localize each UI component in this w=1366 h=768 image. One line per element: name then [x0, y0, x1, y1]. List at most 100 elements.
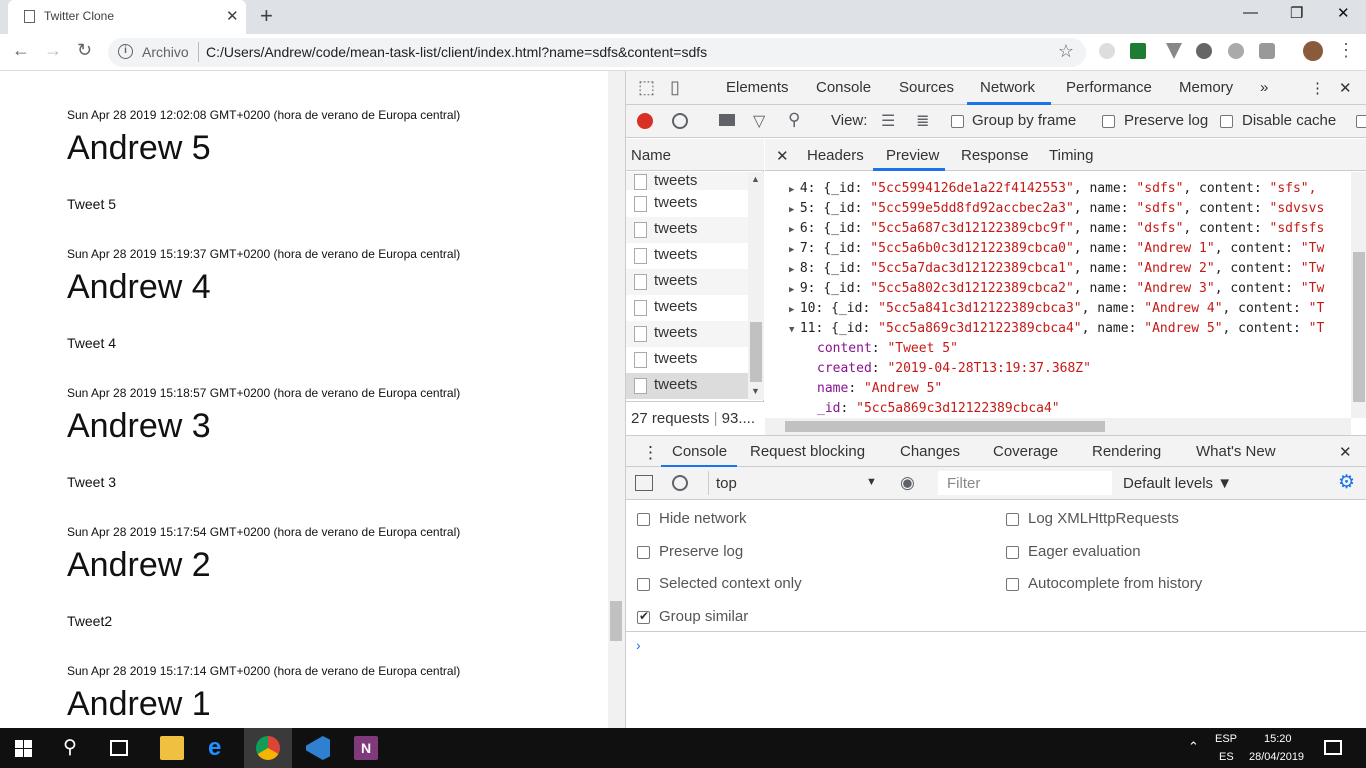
minimize-button[interactable]: — [1243, 4, 1258, 21]
tab-sources[interactable]: Sources [899, 79, 954, 96]
scrollbar-thumb[interactable] [750, 322, 762, 382]
checkbox-checked[interactable] [637, 609, 650, 624]
scrollbar-thumb[interactable] [785, 421, 1105, 432]
live-expression-eye-icon[interactable]: ◉ [900, 473, 915, 493]
request-row[interactable]: tweets [626, 295, 748, 321]
preserve-log-checkbox[interactable] [1102, 115, 1115, 128]
tab-response[interactable]: Response [961, 147, 1029, 164]
device-toolbar-icon[interactable]: ▯ [670, 77, 680, 98]
log-levels-dropdown[interactable]: Default levels ▼ [1123, 475, 1232, 492]
drawer-tab-whats-new[interactable]: What's New [1196, 443, 1276, 460]
tab-timing[interactable]: Timing [1049, 147, 1093, 164]
forward-button[interactable]: → [44, 40, 62, 61]
console-prompt[interactable]: › [636, 637, 641, 653]
drawer-tab-coverage[interactable]: Coverage [993, 443, 1058, 460]
request-row[interactable]: tweets [626, 217, 748, 243]
extension-icon[interactable] [1130, 43, 1146, 59]
clear-console-icon[interactable] [672, 475, 688, 491]
keyboard-layout[interactable]: ES [1219, 751, 1234, 763]
clear-icon[interactable] [672, 113, 688, 129]
drawer-tab-rendering[interactable]: Rendering [1092, 443, 1161, 460]
screenshot-camera-icon[interactable] [719, 114, 735, 126]
sidebar-toggle-icon[interactable] [635, 475, 653, 491]
url-text[interactable]: C:/Users/Andrew/code/mean-task-list/clie… [206, 44, 707, 60]
group-by-frame-checkbox[interactable] [951, 115, 964, 128]
window-close-button[interactable]: ✕ [1337, 4, 1350, 22]
preview-row[interactable]: ▶ 6: {_id: "5cc5a687c3d12122389cbc9f", n… [789, 221, 1324, 236]
filter-input[interactable]: Filter [938, 471, 1112, 495]
drawer-tab-console[interactable]: Console [672, 443, 727, 460]
preview-row[interactable]: ▶ 9: {_id: "5cc5a802c3d12122389cbca2", n… [789, 281, 1324, 296]
tab-memory[interactable]: Memory [1179, 79, 1233, 96]
extension-icon[interactable] [1099, 43, 1115, 59]
tray-overflow-chevron-icon[interactable]: ⌃ [1188, 739, 1199, 755]
filter-icon[interactable]: ▽ [753, 111, 765, 131]
drawer-menu-icon[interactable]: ⋮ [642, 443, 659, 463]
tab-network[interactable]: Network [980, 79, 1035, 96]
file-explorer-icon[interactable] [160, 736, 184, 760]
overview-icon[interactable]: ≣ [916, 111, 929, 131]
drawer-tab-changes[interactable]: Changes [900, 443, 960, 460]
drawer-tab-request-blocking[interactable]: Request blocking [750, 443, 865, 460]
tab-preview[interactable]: Preview [886, 147, 939, 164]
tab-console[interactable]: Console [816, 79, 871, 96]
preview-row[interactable]: ▶ 5: {_id: "5cc599e5dd8fd92accbec2a3", n… [789, 201, 1324, 216]
devtools-menu-icon[interactable]: ⋮ [1310, 79, 1325, 97]
disable-cache-checkbox[interactable] [1220, 115, 1233, 128]
tab-headers[interactable]: Headers [807, 147, 864, 164]
reload-button[interactable]: ↻ [77, 40, 92, 61]
request-row[interactable]: tweets [626, 191, 748, 217]
preview-row[interactable]: ▶ 7: {_id: "5cc5a6b0c3d12122389cbca0", n… [789, 241, 1324, 256]
request-row-selected[interactable]: tweets [626, 373, 748, 399]
checkbox[interactable] [1006, 578, 1019, 591]
context-dropdown-icon[interactable]: ▼ [866, 476, 877, 488]
preview-row[interactable]: ▶ 4: {_id: "5cc5994126de1a22f4142553", n… [789, 181, 1316, 196]
more-tabs-icon[interactable]: » [1260, 79, 1268, 96]
request-row[interactable]: tweets [626, 347, 748, 373]
request-list-scrollbar[interactable]: ▲ ▼ [748, 172, 764, 400]
scroll-down-arrow[interactable]: ▼ [751, 386, 760, 396]
inspect-element-icon[interactable]: ⬚ [638, 77, 655, 98]
scrollbar-thumb[interactable] [610, 601, 622, 641]
preview-vertical-scrollbar[interactable] [1351, 172, 1366, 418]
checkbox[interactable] [637, 513, 650, 526]
detail-close-icon[interactable]: ✕ [776, 147, 789, 165]
checkbox[interactable] [1006, 546, 1019, 559]
request-row[interactable]: tweets [626, 269, 748, 295]
extension-icon[interactable] [1228, 43, 1244, 59]
checkbox[interactable] [637, 546, 650, 559]
name-column-header[interactable]: Name [626, 139, 764, 171]
maximize-button[interactable]: ❐ [1290, 4, 1303, 22]
extension-icon[interactable] [1259, 43, 1275, 59]
extension-icon[interactable] [1196, 43, 1212, 59]
search-icon[interactable]: ⚲ [63, 736, 77, 759]
console-settings-gear-icon[interactable]: ⚙ [1338, 471, 1355, 494]
chrome-menu-icon[interactable]: ⋮ [1337, 40, 1355, 61]
edge-icon[interactable]: e [208, 736, 232, 760]
back-button[interactable]: ← [12, 40, 30, 61]
large-rows-icon[interactable]: ☰ [881, 111, 895, 131]
tab-performance[interactable]: Performance [1066, 79, 1152, 96]
json-preview[interactable]: ▶ 4: {_id: "5cc5994126de1a22f4142553", n… [765, 172, 1351, 418]
new-tab-button[interactable]: + [260, 3, 273, 29]
extension-icon[interactable] [1166, 43, 1182, 59]
input-language[interactable]: ESP [1215, 733, 1237, 745]
notification-icon[interactable] [1324, 740, 1342, 755]
preview-row[interactable]: ▶ 8: {_id: "5cc5a7dac3d12122389cbca1", n… [789, 261, 1324, 276]
info-icon[interactable]: i [118, 44, 133, 59]
request-row[interactable]: tweets [626, 243, 748, 269]
checkbox[interactable] [637, 578, 650, 591]
tab-close-icon[interactable]: ✕ [226, 7, 239, 25]
request-row[interactable]: tweets [626, 321, 748, 347]
devtools-close-icon[interactable]: ✕ [1339, 79, 1352, 97]
clock-date[interactable]: 28/04/2019 [1249, 751, 1304, 763]
drawer-close-icon[interactable]: ✕ [1339, 443, 1352, 461]
preview-row-expanded[interactable]: ▼ 11: {_id: "5cc5a869c3d12122389cbca4", … [789, 321, 1324, 336]
bookmark-star-icon[interactable]: ☆ [1058, 41, 1074, 62]
request-row[interactable]: tweets [626, 172, 748, 190]
record-icon[interactable] [637, 113, 653, 129]
scroll-up-arrow[interactable]: ▲ [751, 174, 760, 184]
page-scrollbar[interactable] [608, 71, 625, 728]
overflow-checkbox[interactable] [1356, 115, 1366, 128]
task-view-icon[interactable] [110, 740, 128, 756]
